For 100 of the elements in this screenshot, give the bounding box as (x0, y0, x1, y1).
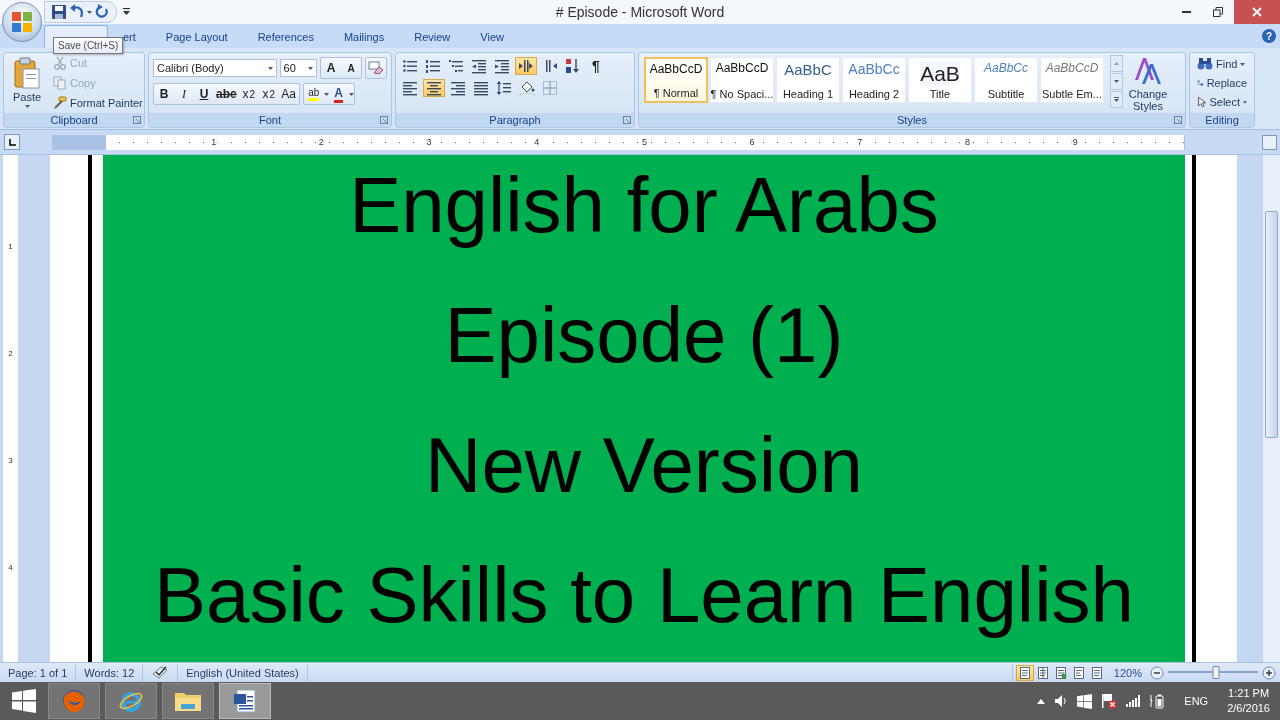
group-label: Font (259, 114, 281, 126)
paragraph-button[interactable] (400, 79, 420, 97)
highlight-button[interactable]: ab (303, 85, 324, 103)
ribbon-tab[interactable]: Review (399, 25, 466, 48)
language-status[interactable]: English (United States) (178, 663, 308, 682)
input-language[interactable]: ENG (1184, 695, 1209, 707)
paragraph-button[interactable] (515, 57, 537, 75)
taskbar-app[interactable] (219, 683, 271, 719)
caret-icon (1243, 100, 1247, 104)
page-count[interactable]: Page: 1 of 1 (0, 663, 77, 682)
caret-icon (1114, 80, 1119, 83)
scrollbar[interactable] (1262, 155, 1280, 662)
speaker-icon[interactable] (1054, 694, 1069, 708)
ribbon-tab[interactable]: References (242, 25, 329, 48)
borders-icon (542, 80, 558, 96)
style-item[interactable]: AaBbCc Heading 2 (842, 57, 906, 103)
fox-globe-icon (61, 688, 87, 714)
scroll-down-button[interactable] (1110, 73, 1123, 90)
format-button[interactable]: I (174, 85, 194, 103)
customize-menu-icon[interactable] (123, 8, 130, 16)
view-ruler-button[interactable] (1262, 134, 1277, 150)
line-spacing-icon (496, 80, 512, 96)
dialog-launcher-icon[interactable] (380, 116, 388, 124)
zoom-out-button[interactable] (1150, 665, 1164, 680)
word-count[interactable]: Words: 12 (76, 663, 144, 682)
copy-icon (53, 76, 67, 90)
paragraph-button[interactable] (400, 57, 420, 75)
paragraph-button[interactable] (494, 79, 514, 97)
style-item[interactable]: AaBbCcD ¶ Normal (644, 57, 708, 103)
format-button[interactable]: U (194, 85, 214, 103)
zoom-level[interactable]: 120% (1113, 666, 1142, 679)
font-size-field[interactable]: 60 (279, 59, 317, 77)
dialog-launcher-icon[interactable] (133, 116, 141, 124)
dialog-launcher-icon[interactable] (623, 116, 631, 124)
tooltip: Save (Ctrl+S) (53, 37, 124, 54)
paragraph-button[interactable] (423, 79, 445, 97)
numbered-list-icon (425, 58, 441, 74)
style-item[interactable]: AaBbCc Subtitle (974, 57, 1038, 103)
select-button[interactable]: Select (1193, 93, 1251, 111)
redo-icon[interactable] (94, 4, 110, 20)
view-button[interactable] (1015, 664, 1034, 681)
caret-icon (308, 66, 313, 70)
replace-button[interactable]: Replace (1193, 74, 1251, 92)
find-button[interactable]: Find (1193, 55, 1251, 73)
grow-font-button[interactable]: A (321, 59, 341, 77)
ribbon-tab[interactable]: Mailings (328, 25, 400, 48)
paragraph-button[interactable] (448, 79, 468, 97)
style-item[interactable]: AaBbC Heading 1 (776, 57, 840, 103)
paintbrush-icon (53, 95, 67, 110)
binoculars-icon (1197, 57, 1213, 71)
shrink-font-button[interactable]: A (341, 59, 361, 77)
format-button[interactable]: abe (214, 85, 239, 103)
zoom-in-button[interactable] (1262, 665, 1276, 680)
group-label: Styles (897, 114, 927, 126)
clear-formatting-button[interactable] (366, 59, 386, 77)
signal-icon[interactable] (1126, 695, 1141, 707)
document-heading: Basic Skills to Learn English (154, 550, 1134, 641)
caret-icon (267, 66, 273, 70)
minus-icon (1150, 665, 1164, 680)
help-button[interactable]: ? (1262, 29, 1276, 43)
paragraph-button[interactable] (469, 57, 489, 75)
open-book-icon (1036, 666, 1049, 679)
format-button[interactable]: B (154, 85, 174, 103)
paragraph-button[interactable] (492, 57, 512, 75)
change-styles-button[interactable]: Change Styles (1127, 55, 1169, 113)
more-button[interactable] (1110, 91, 1123, 108)
font-name-field[interactable]: Calibri (Body) (153, 59, 277, 77)
ribbon-tab[interactable]: Page Layout (150, 25, 243, 48)
tab-selector[interactable] (4, 134, 20, 150)
scrollbar-thumb[interactable] (1265, 211, 1278, 438)
left-tab-icon (8, 138, 16, 146)
paint-bucket-icon (519, 80, 535, 96)
proofing-icon[interactable] (151, 665, 170, 680)
battery-icon[interactable] (1149, 693, 1166, 709)
paragraph-button[interactable] (446, 57, 466, 75)
ribbon-tab[interactable]: View (465, 25, 519, 48)
clock[interactable]: 1:21 PM 2/6/2016 (1227, 686, 1270, 716)
paragraph-button[interactable] (517, 79, 537, 97)
flag-error-icon[interactable] (1101, 693, 1118, 709)
paragraph-button[interactable]: ¶ (586, 57, 606, 75)
undo-icon[interactable] (69, 4, 85, 20)
windows-logo-icon[interactable] (1077, 693, 1093, 709)
style-item[interactable]: AaB Title (908, 57, 972, 103)
painter-button[interactable]: Format Painter (51, 94, 145, 111)
style-item[interactable]: AaBbCcD ¶ No Spaci... (710, 57, 774, 103)
save-icon[interactable] (51, 4, 67, 20)
zoom-thumb[interactable] (1212, 666, 1220, 679)
show-hidden-icon[interactable] (1037, 698, 1046, 704)
paste-button[interactable]: Paste (7, 55, 47, 111)
style-item[interactable]: AaBbCcD Subtle Em... (1040, 57, 1104, 103)
paragraph-button[interactable] (471, 79, 491, 97)
lines-icon (1090, 666, 1103, 679)
format-button[interactable]: Aa (278, 85, 299, 103)
font-color-button[interactable]: A (328, 85, 349, 103)
caret-icon (1240, 62, 1246, 66)
clipboard-icon (13, 57, 41, 89)
dialog-launcher-icon[interactable] (1174, 116, 1182, 124)
paragraph-button[interactable] (423, 57, 443, 75)
outline-icon (1072, 666, 1085, 679)
close-button[interactable] (1234, 0, 1280, 24)
